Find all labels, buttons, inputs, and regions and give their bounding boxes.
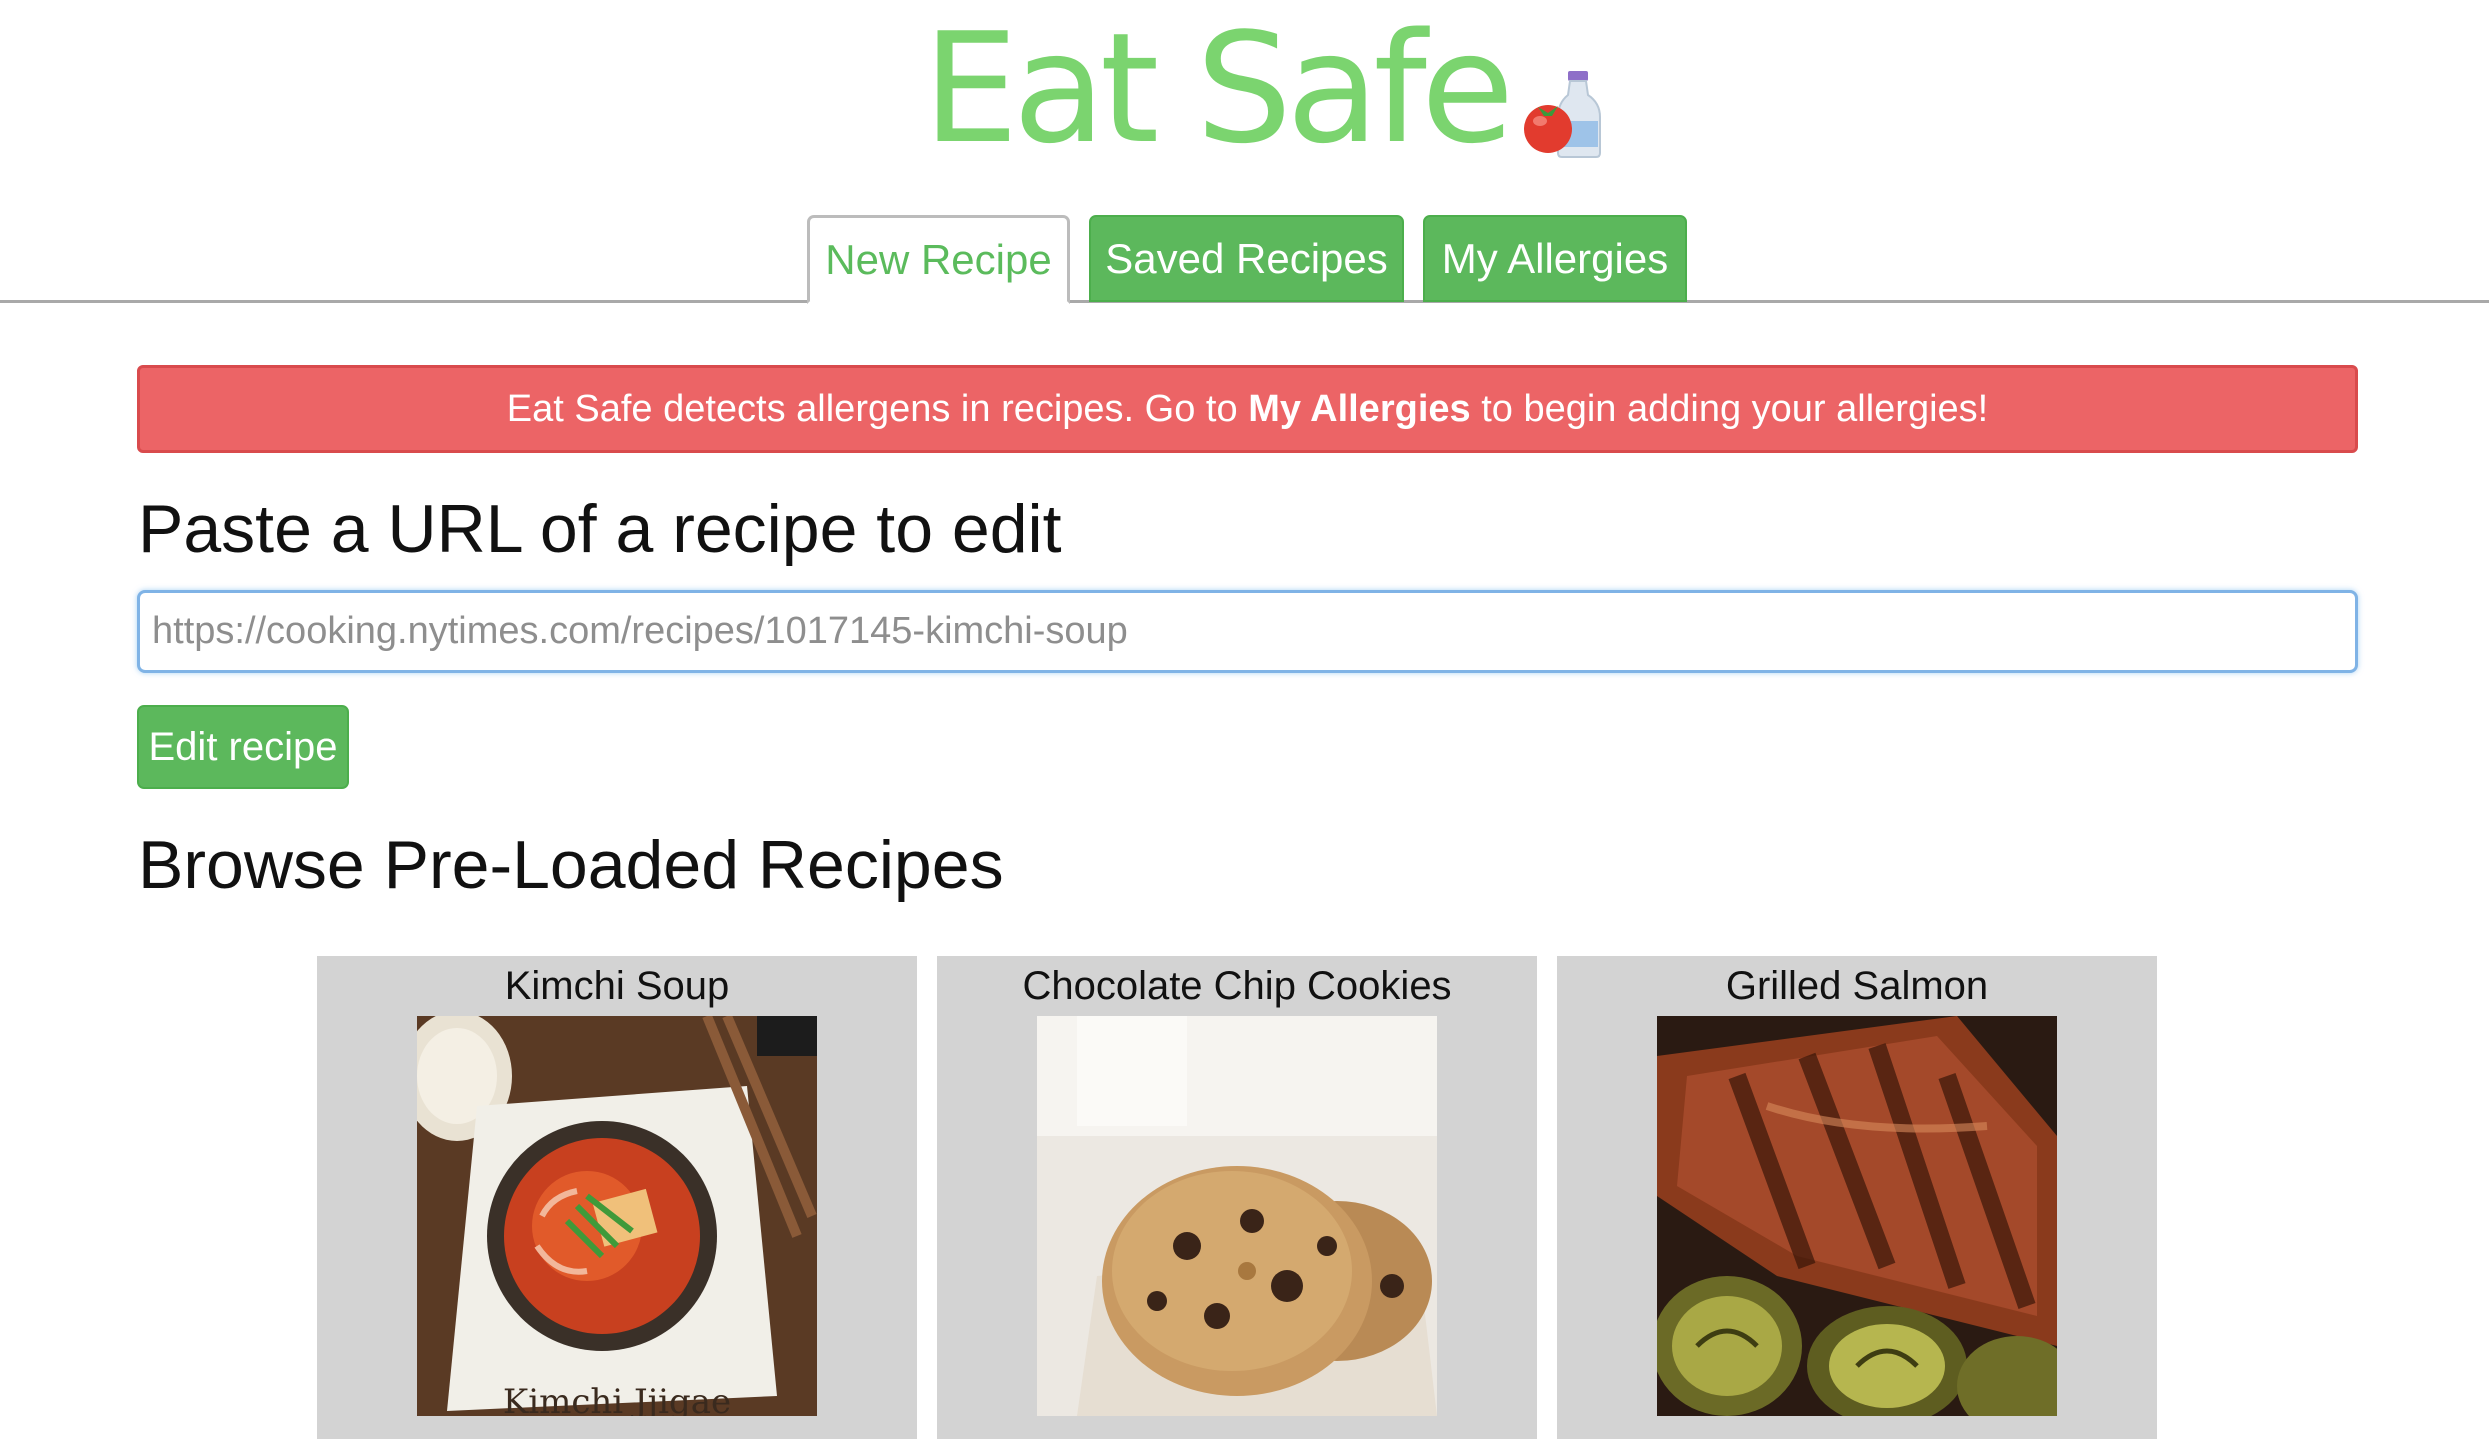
kimchi-soup-photo[interactable]: Kimchi Jjigae (417, 1016, 817, 1416)
browse-section-heading: Browse Pre-Loaded Recipes (138, 827, 1004, 903)
recipe-card-kimchi-soup[interactable]: Kimchi Soup Kimchi Jjigae (317, 956, 917, 1439)
recipe-card-title: Grilled Salmon (1725, 964, 1989, 1008)
recipe-card-grilled-salmon[interactable]: Grilled Salmon (1557, 956, 2157, 1439)
grilled-salmon-photo[interactable] (1657, 1016, 2057, 1416)
chocolate-chip-cookies-photo[interactable] (1037, 1016, 1437, 1416)
recipe-card-title: Kimchi Soup (504, 964, 730, 1008)
app-title: Eat Safe (922, 0, 1515, 177)
url-section-heading: Paste a URL of a recipe to edit (138, 491, 1062, 567)
edit-recipe-button[interactable]: Edit recipe (137, 705, 349, 789)
tab-my-allergies[interactable]: My Allergies (1423, 215, 1687, 302)
recipe-card-chocolate-chip-cookies[interactable]: Chocolate Chip Cookies (937, 956, 1537, 1439)
tomato-ketchup-bottle-icon (1524, 71, 1602, 158)
app-logo: Eat Safe (0, 0, 2489, 165)
tab-new-recipe[interactable]: New Recipe (807, 215, 1070, 304)
tab-saved-recipes[interactable]: Saved Recipes (1089, 215, 1404, 302)
kimchi-photo-caption: Kimchi Jjigae (503, 1382, 731, 1416)
alert-my-allergies-link[interactable]: My Allergies (1248, 388, 1470, 431)
alert-text-after: to begin adding your allergies! (1470, 387, 1989, 430)
recipe-url-input[interactable] (137, 590, 2358, 673)
allergy-alert-banner: Eat Safe detects allergens in recipes. G… (137, 365, 2358, 453)
recipe-card-title: Chocolate Chip Cookies (1022, 964, 1452, 1008)
alert-text-before: Eat Safe detects allergens in recipes. G… (506, 387, 1249, 430)
